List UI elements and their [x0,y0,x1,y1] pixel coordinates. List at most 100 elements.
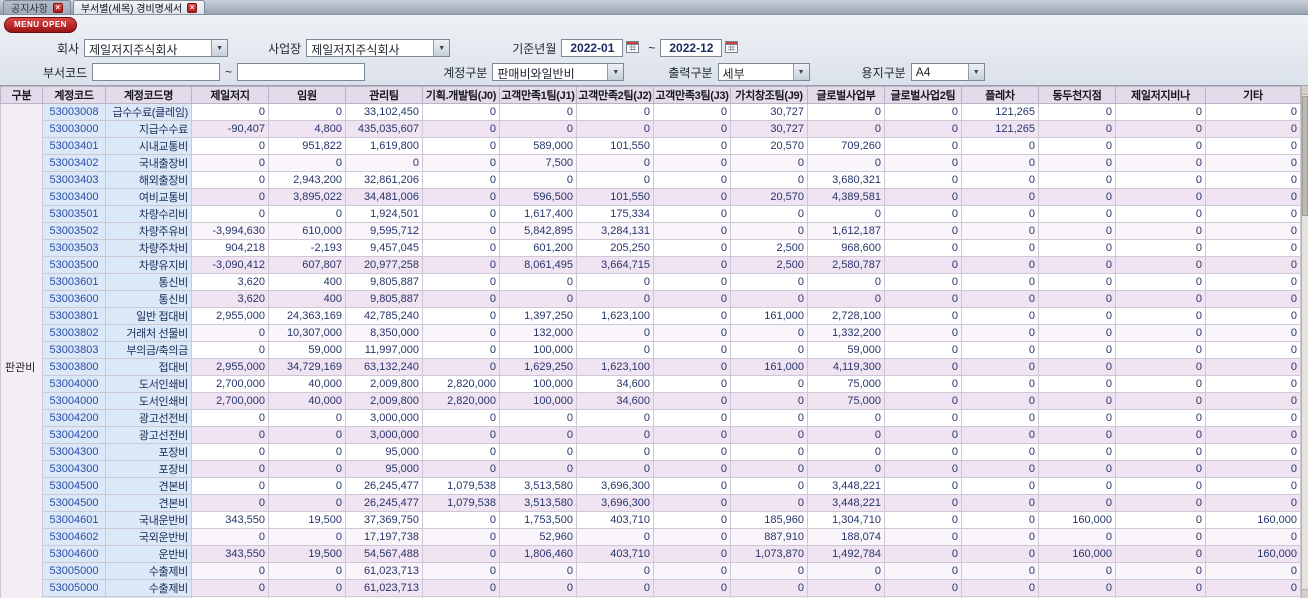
value-cell[interactable]: 32,861,206 [345,171,423,189]
value-cell[interactable]: 0 [961,477,1039,495]
value-cell[interactable]: 0 [1205,324,1301,342]
account-name-cell[interactable]: 국외운반비 [105,528,192,546]
value-cell[interactable]: 4,800 [268,120,346,138]
value-cell[interactable]: -90,407 [191,120,269,138]
value-cell[interactable]: 34,729,169 [268,358,346,376]
value-cell[interactable]: 0 [1205,120,1301,138]
paper-type-select[interactable]: A4 ▼ [910,63,985,81]
value-cell[interactable]: 1,397,250 [499,307,577,325]
value-cell[interactable]: 887,910 [730,528,808,546]
value-cell[interactable]: 54,567,488 [345,545,423,563]
value-cell[interactable]: 0 [653,358,731,376]
value-cell[interactable]: 0 [1205,562,1301,580]
column-header[interactable]: 기획.개발팀(J0) [422,86,500,104]
value-cell[interactable]: 0 [653,528,731,546]
column-header[interactable]: 고객만족2팀(J2) [576,86,654,104]
account-code-cell[interactable]: 53003008 [42,103,106,121]
account-code-cell[interactable]: 53004000 [42,375,106,393]
value-cell[interactable]: 0 [1038,137,1116,155]
value-cell[interactable]: 0 [653,222,731,240]
value-cell[interactable]: 0 [576,290,654,308]
chevron-down-icon[interactable]: ▼ [433,40,450,56]
value-cell[interactable]: 0 [1115,307,1206,325]
value-cell[interactable]: 0 [807,103,885,121]
value-cell[interactable]: 0 [884,545,962,563]
value-cell[interactable]: 0 [1205,409,1301,427]
value-cell[interactable]: 3,513,580 [499,494,577,512]
account-code-cell[interactable]: 53004500 [42,494,106,512]
value-cell[interactable]: 95,000 [345,460,423,478]
value-cell[interactable]: 0 [1038,358,1116,376]
value-cell[interactable]: 34,481,006 [345,188,423,206]
value-cell[interactable]: 0 [1115,239,1206,257]
value-cell[interactable]: 0 [961,171,1039,189]
value-cell[interactable]: 37,369,750 [345,511,423,529]
value-cell[interactable]: 0 [1205,171,1301,189]
value-cell[interactable]: 0 [884,120,962,138]
value-cell[interactable]: 0 [730,460,808,478]
account-code-cell[interactable]: 53003402 [42,154,106,172]
value-cell[interactable]: 34,600 [576,392,654,410]
value-cell[interactable]: 0 [730,222,808,240]
value-cell[interactable]: 2,500 [730,239,808,257]
chevron-down-icon[interactable]: ▼ [211,40,228,56]
value-cell[interactable]: 0 [268,579,346,597]
value-cell[interactable]: 0 [422,171,500,189]
value-cell[interactable]: 1,073,870 [730,545,808,563]
value-cell[interactable]: 0 [1205,222,1301,240]
value-cell[interactable]: 0 [807,562,885,580]
value-cell[interactable]: 0 [1038,188,1116,206]
value-cell[interactable]: 0 [961,188,1039,206]
account-name-cell[interactable]: 지급수수료 [105,120,192,138]
period-to-input[interactable]: 2022-12 [660,39,723,57]
value-cell[interactable]: 0 [653,290,731,308]
column-header[interactable]: 임원 [268,86,346,104]
value-cell[interactable]: 0 [576,120,654,138]
column-header[interactable]: 고객만족3팀(J3) [653,86,731,104]
value-cell[interactable]: 0 [268,562,346,580]
value-cell[interactable]: 0 [268,494,346,512]
value-cell[interactable]: 160,000 [1205,511,1301,529]
value-cell[interactable]: 0 [191,137,269,155]
value-cell[interactable]: 0 [730,324,808,342]
value-cell[interactable]: 1,623,100 [576,307,654,325]
value-cell[interactable]: 0 [653,562,731,580]
value-cell[interactable]: 0 [1115,545,1206,563]
value-cell[interactable]: 3,664,715 [576,256,654,274]
value-cell[interactable]: 0 [1038,154,1116,172]
value-cell[interactable]: 0 [1115,324,1206,342]
value-cell[interactable]: 1,629,250 [499,358,577,376]
account-code-cell[interactable]: 53004602 [42,528,106,546]
company-select[interactable]: 제일저지주식회사 ▼ [84,39,229,57]
value-cell[interactable]: 19,500 [268,511,346,529]
account-name-cell[interactable]: 통신비 [105,290,192,308]
column-header[interactable]: 구분 [0,86,43,104]
value-cell[interactable]: 0 [1038,120,1116,138]
value-cell[interactable]: 10,307,000 [268,324,346,342]
value-cell[interactable]: 0 [422,103,500,121]
value-cell[interactable]: 0 [422,154,500,172]
value-cell[interactable]: 0 [807,273,885,291]
value-cell[interactable]: 0 [422,579,500,597]
value-cell[interactable]: 3,620 [191,290,269,308]
account-code-cell[interactable]: 53003600 [42,290,106,308]
account-name-cell[interactable]: 부의금/축의금 [105,341,192,359]
account-code-cell[interactable]: 53003803 [42,341,106,359]
value-cell[interactable]: 0 [730,579,808,597]
value-cell[interactable]: 42,785,240 [345,307,423,325]
value-cell[interactable]: 17,197,738 [345,528,423,546]
value-cell[interactable]: 610,000 [268,222,346,240]
value-cell[interactable]: 0 [961,256,1039,274]
value-cell[interactable]: 0 [1115,528,1206,546]
value-cell[interactable]: 0 [653,545,731,563]
value-cell[interactable]: 0 [961,222,1039,240]
value-cell[interactable]: -3,994,630 [191,222,269,240]
value-cell[interactable]: 0 [884,409,962,427]
value-cell[interactable]: 0 [653,103,731,121]
account-name-cell[interactable]: 견본비 [105,494,192,512]
value-cell[interactable]: 0 [1038,205,1116,223]
account-name-cell[interactable]: 통신비 [105,273,192,291]
value-cell[interactable]: 2,700,000 [191,375,269,393]
value-cell[interactable]: 0 [1205,239,1301,257]
value-cell[interactable]: 0 [653,477,731,495]
